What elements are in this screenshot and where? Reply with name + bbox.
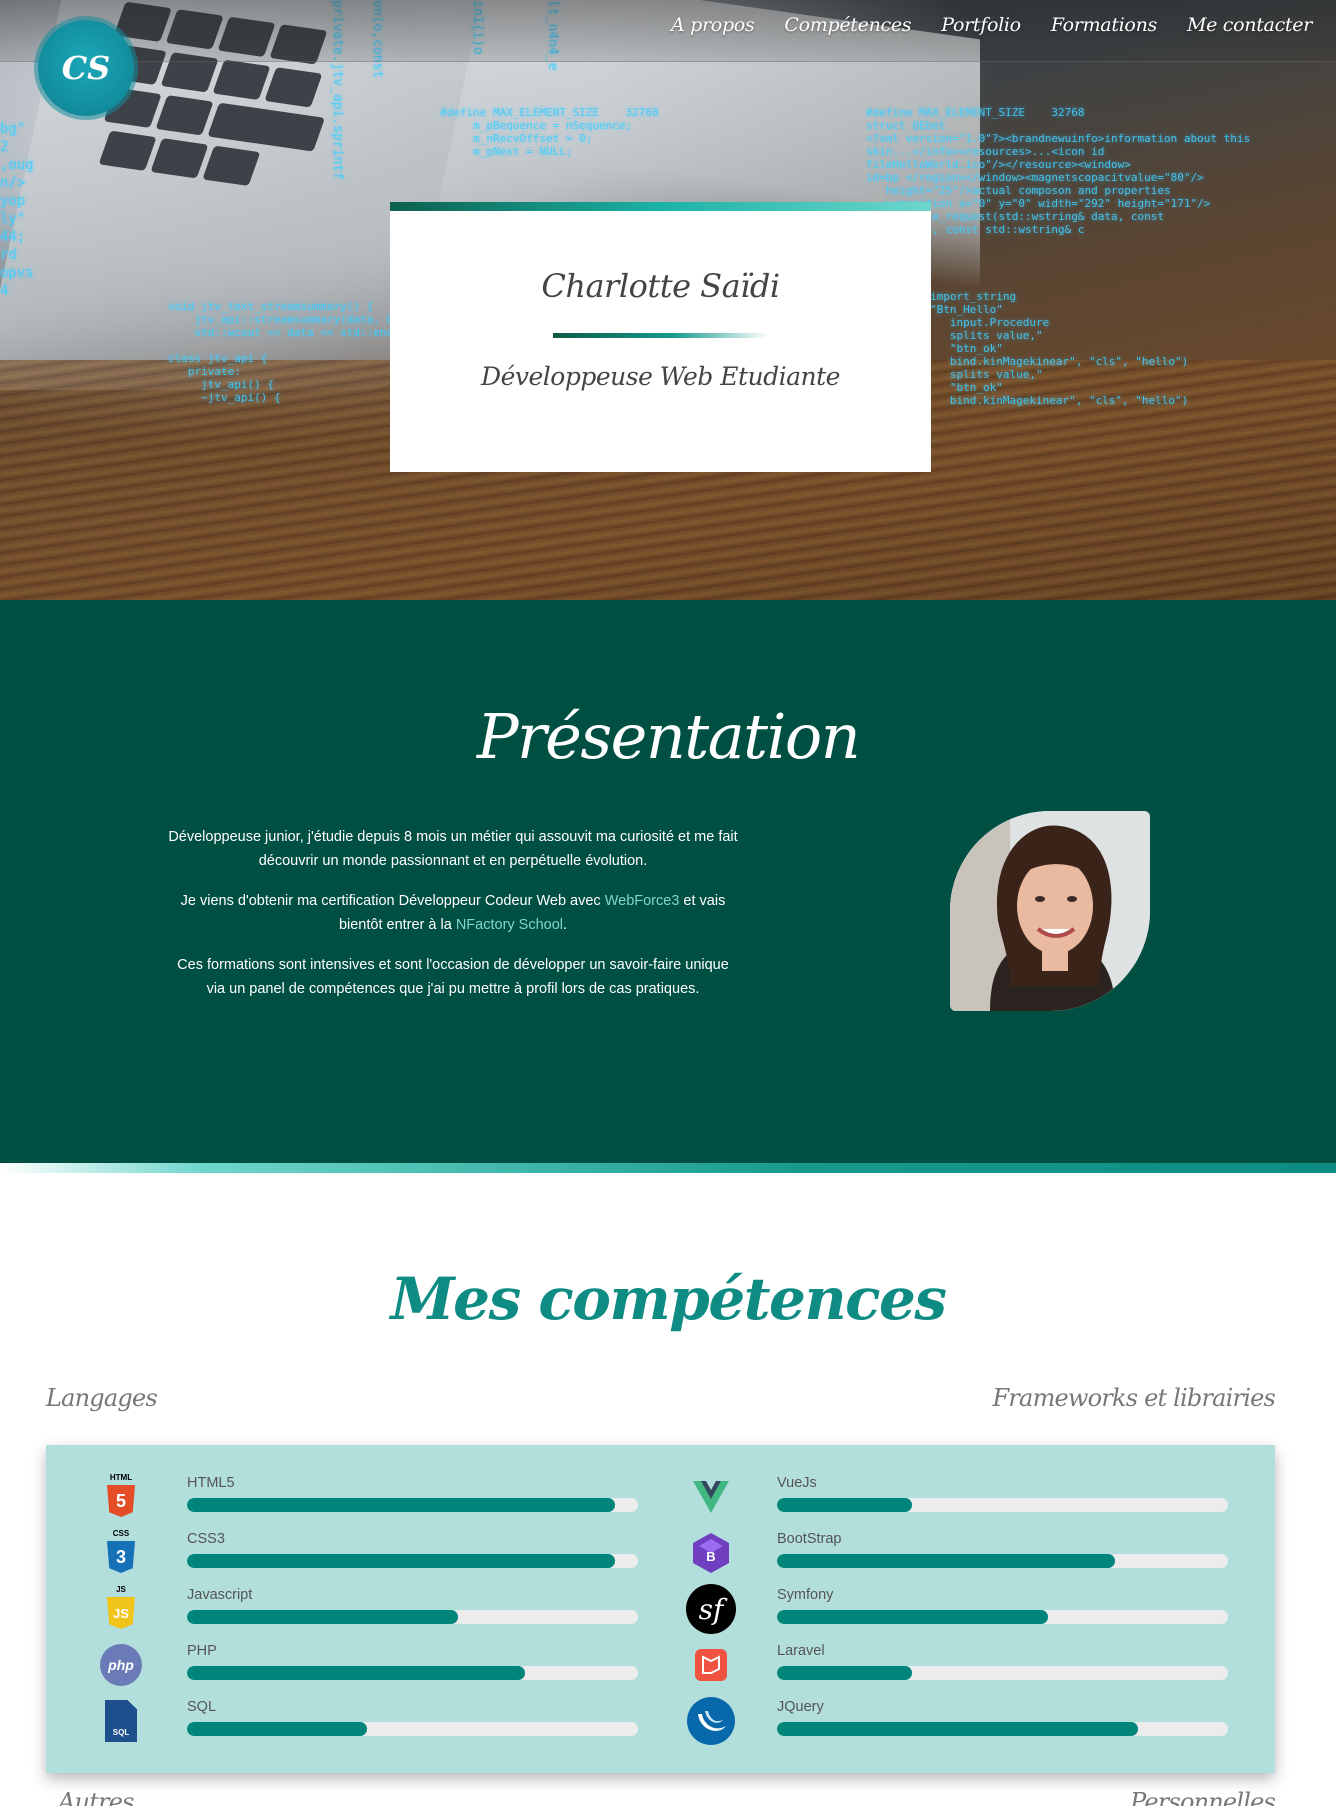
skill-progress-fill (777, 1554, 1116, 1568)
skill-row: B BootStrap (636, 1525, 1228, 1581)
skill-name: Javascript (187, 1587, 253, 1603)
symfony-icon: sf (686, 1584, 736, 1634)
portrait-illustration (950, 811, 1150, 1011)
javascript-icon: JS JS (96, 1585, 146, 1633)
personal-heading: Personnelles (1130, 1788, 1276, 1806)
css3-icon: CSS 3 (96, 1529, 146, 1577)
skill-name: JQuery (777, 1699, 824, 1715)
frameworks-heading: Frameworks et librairies (992, 1384, 1276, 1412)
skill-name: Laravel (777, 1643, 825, 1659)
vuejs-icon (686, 1473, 736, 1521)
webforce3-link[interactable]: WebForce3 (605, 893, 680, 909)
icon-glyph: 3 (107, 1541, 135, 1573)
hero-separator (552, 333, 769, 338)
skill-name: VueJs (777, 1475, 817, 1491)
skill-progress-bar (187, 1554, 638, 1568)
nav-link-portfolio[interactable]: Portfolio (941, 14, 1021, 36)
skill-name: Symfony (777, 1587, 834, 1603)
skill-progress-bar (187, 1666, 638, 1680)
icon-glyph: php (100, 1644, 142, 1686)
skill-progress-bar (777, 1498, 1228, 1512)
skill-progress-bar (187, 1610, 638, 1624)
skill-row: JS JS Javascript (46, 1581, 638, 1637)
text-segment: Je viens d'obtenir ma certification Déve… (180, 893, 605, 909)
skill-progress-fill (777, 1610, 1048, 1624)
skill-progress-fill (187, 1722, 368, 1736)
hero-banner: private.jtv_api.sprintf on(o,const in1{i… (0, 0, 1336, 600)
skill-name: SQL (187, 1699, 217, 1715)
presentation-title: Présentation (476, 700, 861, 773)
skill-progress-fill (777, 1722, 1138, 1736)
frameworks-list: VueJs B BootStrap sf Symfony Laravel JQu… (636, 1469, 1228, 1749)
skill-name: CSS3 (187, 1531, 225, 1547)
hero-card: Charlotte Saïdi Développeuse Web Etudian… (390, 202, 931, 472)
skill-progress-bar (777, 1666, 1228, 1680)
skill-progress-bar (777, 1554, 1228, 1568)
hero-role: Développeuse Web Etudiante (481, 362, 840, 391)
skills-title: Mes compétences (390, 1265, 947, 1333)
languages-heading: Langages (46, 1384, 158, 1412)
presentation-paragraph: Ces formations sont intensives et sont l… (177, 957, 729, 997)
svg-text:B: B (706, 1549, 715, 1564)
skill-row: php PHP (46, 1637, 638, 1693)
sql-icon: SQL (96, 1697, 146, 1745)
code-overlay: import_string "Btn_Hello" input.Procedur… (930, 290, 1189, 407)
skill-row: sf Symfony (636, 1581, 1228, 1637)
skill-progress-fill (777, 1666, 913, 1680)
code-overlay: #define MAX_ELEMENT_SIZE 32768 m_pBequen… (440, 106, 659, 158)
portrait-photo (950, 811, 1150, 1011)
text-segment: . (563, 917, 568, 933)
code-overlay: bg" 2 ,oug n/> yop ly" 44; rd opvs 4 (0, 121, 34, 299)
skill-progress-fill (187, 1610, 458, 1624)
presentation-text: Développeuse junior, j'étudie depuis 8 m… (168, 825, 738, 1017)
laravel-icon (686, 1641, 736, 1689)
logo-text: CS (61, 49, 111, 87)
skill-row: HTML 5 HTML5 (46, 1469, 638, 1525)
main-nav: A propos Compétences Portfolio Formation… (671, 14, 1312, 36)
skill-name: PHP (187, 1643, 217, 1659)
skill-progress-fill (187, 1554, 616, 1568)
nav-link-contact[interactable]: Me contacter (1187, 14, 1312, 36)
php-icon: php (96, 1641, 146, 1689)
nfactory-link[interactable]: NFactory School (456, 917, 563, 933)
nav-link-skills[interactable]: Compétences (784, 14, 911, 36)
skill-row: SQL SQL (46, 1693, 638, 1749)
skill-progress-fill (777, 1498, 913, 1512)
skill-row: CSS 3 CSS3 (46, 1525, 638, 1581)
skill-name: BootStrap (777, 1531, 842, 1547)
skill-progress-fill (187, 1498, 616, 1512)
jquery-icon (686, 1697, 736, 1745)
icon-glyph: 5 (107, 1485, 135, 1517)
nav-link-about[interactable]: A propos (671, 14, 755, 36)
presentation-paragraph: Développeuse junior, j'étudie depuis 8 m… (168, 829, 738, 869)
icon-glyph: JS (107, 1597, 135, 1629)
skill-progress-bar (777, 1722, 1228, 1736)
icon-tag: HTML (109, 1473, 133, 1482)
others-heading: Autres (58, 1788, 134, 1806)
bootstrap-icon: B (686, 1529, 736, 1577)
skill-row: Laravel (636, 1637, 1228, 1693)
icon-tag: JS (116, 1585, 126, 1594)
skill-progress-bar (187, 1722, 638, 1736)
languages-list: HTML 5 HTML5 CSS 3 CSS3 JS JS Javascript ph… (46, 1469, 638, 1749)
skill-row: VueJs (636, 1469, 1228, 1525)
skill-progress-bar (777, 1610, 1228, 1624)
icon-glyph: SQL (105, 1700, 137, 1742)
skill-name: HTML5 (187, 1475, 235, 1491)
hero-name: Charlotte Saïdi (541, 267, 780, 305)
logo[interactable]: CS (38, 20, 134, 116)
skill-progress-fill (187, 1666, 526, 1680)
nav-link-formations[interactable]: Formations (1051, 14, 1157, 36)
section-divider (0, 1163, 1336, 1173)
presentation-paragraph: Je viens d'obtenir ma certification Déve… (168, 889, 738, 937)
icon-tag: CSS (112, 1529, 130, 1538)
presentation-section: Présentation Développeuse junior, j'étud… (0, 600, 1336, 1163)
skill-row: JQuery (636, 1693, 1228, 1749)
html5-icon: HTML 5 (96, 1473, 146, 1521)
skills-panel: HTML 5 HTML5 CSS 3 CSS3 JS JS Javascript ph… (46, 1445, 1275, 1773)
skill-progress-bar (187, 1498, 638, 1512)
